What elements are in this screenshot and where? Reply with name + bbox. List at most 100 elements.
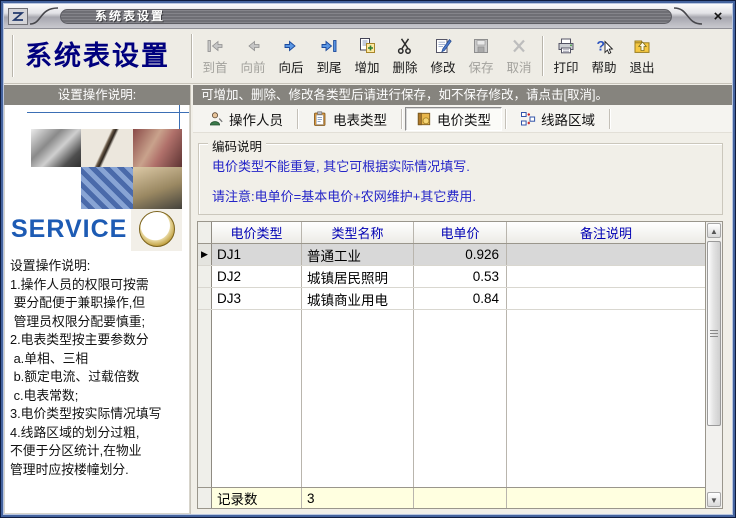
tab-label: 电价类型 [437,109,491,129]
sidebar-header: 设置操作说明: [4,85,190,105]
window-title: 系统表设置 [61,10,165,23]
filler-cell [198,310,212,487]
toolbar-button-save[interactable]: 保存 [462,31,500,81]
tab-price-types[interactable]: 电价类型 [405,107,502,131]
filler-cell [507,310,705,487]
window-inner: 系统表设置 × 系统表设置 到首 向前 [3,3,733,515]
toolbar-button-modify[interactable]: 修改 [424,31,462,81]
toolbar-button-delete[interactable]: 删除 [386,31,424,81]
col-header-remark: 备注说明 [507,222,705,243]
record-count-label: 记录数 [212,488,302,508]
scrollbar-grip [710,330,718,337]
note-line-2: 请注意:电单价=基本电价+农网维护+其它费用. [212,186,722,205]
help-icon: ? [594,36,614,56]
grid-footer-row: 记录数 3 [198,487,705,508]
service-wordmark: SERVICE [11,215,127,244]
main-panel: 可增加、删除、修改各类型后请进行保存，如不保存修改，请点击[取消]。 操作人员 … [193,85,732,514]
table-row[interactable]: DJ3 城镇商业用电 0.84 [198,288,705,310]
print-icon [556,36,576,56]
add-record-icon [357,36,377,56]
scrollbar-thumb[interactable] [707,241,721,426]
toolbar-button-cancel[interactable]: 取消 [500,31,538,81]
operator-person-icon [208,111,224,127]
col-header-unit-price: 电单价 [414,222,507,243]
tab-line-regions[interactable]: 线路区域 [509,107,606,131]
footer-empty-cell [414,488,507,508]
grid-rows: 电价类型 类型名称 电单价 备注说明 ▶ DJ1 普通工业 0.926 [198,222,705,508]
titlebar-ornament-left [29,5,59,27]
toolbar-label: 打印 [553,57,578,76]
scroll-down-icon[interactable]: ▼ [707,492,721,507]
clipboard-icon [312,111,328,127]
titlebar-ornament-right [673,5,703,27]
col-header-type-name: 类型名称 [302,222,414,243]
toolbar-button-next[interactable]: 向后 [272,31,310,81]
toolbar-label: 退出 [629,57,654,76]
cell-name: 城镇商业用电 [302,288,414,309]
cell-code: DJ3 [212,288,302,309]
note-line-1: 电价类型不能重复, 其它可根据实际情况填写. [212,156,722,175]
operation-instructions: 设置操作说明: 1.操作人员的权限可按需 要分配便于兼职操作,但 管理员权限分配… [5,253,189,479]
cell-name: 城镇居民照明 [302,266,414,287]
tab-separator [297,109,298,129]
cell-remark [507,244,705,265]
toolbar-button-last[interactable]: 到尾 [310,31,348,81]
cell-remark [507,266,705,287]
indicator-header-cell [198,222,212,243]
toolbar-label: 到首 [202,57,227,76]
tab-label: 线路区域 [541,109,595,129]
save-floppy-icon [471,36,491,56]
vertical-scrollbar[interactable]: ▲ ▼ [705,222,722,508]
tab-meter-types[interactable]: 电表类型 [301,107,398,131]
collage-accent-hline [27,112,189,113]
filler-cell [212,310,302,487]
delete-scissors-icon [395,36,415,56]
sidebar-body: SERVICE 设置操作说明: 1.操作人员的权限可按需 要分配便于兼职操作,但… [4,105,190,514]
footer-indicator-cell [198,488,212,508]
cell-price: 0.53 [414,266,507,287]
toolbar-button-help[interactable]: ? 帮助 [585,31,623,81]
record-count-value: 3 [302,488,414,508]
tabstrip: 操作人员 电表类型 电价类型 线路区域 [193,105,732,133]
tools-photo [31,129,81,167]
row-indicator-cell [198,266,212,287]
groupbox-title: 编码说明 [208,136,266,155]
grid-empty-area [198,310,705,487]
toolbar-button-add[interactable]: 增加 [348,31,386,81]
first-record-icon [205,36,225,56]
cell-name: 普通工业 [302,244,414,265]
close-button[interactable]: × [704,8,732,25]
grid-header-row: 电价类型 类型名称 电单价 备注说明 [198,222,705,244]
scroll-up-icon[interactable]: ▲ [707,223,721,238]
row-indicator-cell [198,288,212,309]
tab-operators[interactable]: 操作人员 [197,107,294,131]
toolbar-label: 修改 [430,57,455,76]
toolbar-label: 增加 [354,57,379,76]
toolbar: 到首 向前 向后 到尾 增加 [192,29,732,83]
tab-separator [505,109,506,129]
exit-folder-icon [632,36,652,56]
sidebar-collage: SERVICE [5,105,189,253]
titlebar: 系统表设置 × [4,4,732,29]
toolbar-button-print[interactable]: 打印 [547,31,585,81]
app-icon[interactable] [8,8,28,25]
toolbar-label: 删除 [392,57,417,76]
page-title: 系统表设置 [4,29,191,83]
table-row[interactable]: ▶ DJ1 普通工业 0.926 [198,244,705,266]
toolbar-button-exit[interactable]: 退出 [623,31,661,81]
toolbar-label: 取消 [506,57,531,76]
watch-dial [139,211,175,247]
region-diagram-icon [520,111,536,127]
tab-label: 电表类型 [333,109,387,129]
toolbar-button-first[interactable]: 到首 [196,31,234,81]
toolbar-button-prev[interactable]: 向前 [234,31,272,81]
hint-message-bar: 可增加、删除、修改各类型后请进行保存，如不保存修改，请点击[取消]。 [193,85,732,105]
tab-label: 操作人员 [229,109,283,129]
files-photo [133,129,182,167]
next-record-icon [281,36,301,56]
toolbar-label: 向后 [278,57,303,76]
toolbar-label: 保存 [468,57,493,76]
prev-record-icon [243,36,263,56]
table-row[interactable]: DJ2 城镇居民照明 0.53 [198,266,705,288]
current-row-marker: ▶ [198,244,212,265]
